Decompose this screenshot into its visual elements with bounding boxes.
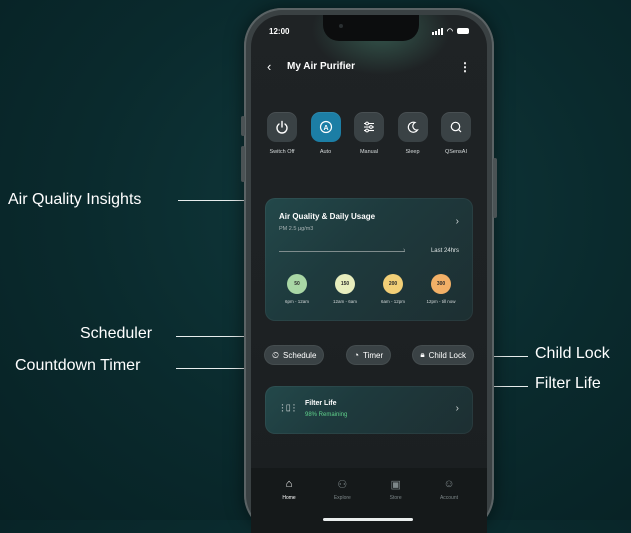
timer-icon: ◔ xyxy=(353,350,360,360)
mode-label: QSensAI xyxy=(444,149,467,155)
mode-sleep[interactable]: Sleep xyxy=(394,112,432,155)
schedule-button[interactable]: ⏲ Schedule xyxy=(264,345,325,365)
aqi-time: 6am - 12pm xyxy=(380,299,405,304)
mode-manual[interactable]: Manual xyxy=(350,112,388,155)
moon-icon[interactable] xyxy=(397,112,428,142)
callout-countdown-timer: Countdown Timer xyxy=(15,357,141,374)
account-icon: ☺ xyxy=(443,478,455,490)
aqi-reading: 300 12pm - till now xyxy=(421,274,461,304)
mode-auto[interactable]: A Auto xyxy=(307,112,345,155)
air-quality-card[interactable]: Air Quality & Daily Usage PM 2.5 µg/m3 ›… xyxy=(265,198,473,321)
aqi-value: 50 xyxy=(287,274,307,294)
aqi-reading: 50 6pm - 12am xyxy=(277,274,317,304)
mode-label: Switch Off xyxy=(269,149,295,155)
filter-title: Filter Life xyxy=(305,400,337,407)
home-icon: ⌂ xyxy=(285,478,293,490)
aqi-time: 6pm - 12am xyxy=(284,299,309,304)
aqi-readings: 50 6pm - 12am 150 12am - 6am 200 6am - 1… xyxy=(277,274,461,304)
tab-explore[interactable]: ⚇ Explore xyxy=(324,478,360,501)
callout-child-lock: Child Lock xyxy=(535,345,610,362)
app-screen: 12:00 ◠ ‹ My Air Purifier ⋮ Switch Off A xyxy=(251,15,487,533)
side-button xyxy=(493,158,497,218)
mode-selector: Switch Off A Auto Manual Sleep QSensAI xyxy=(263,112,475,155)
timeline-line xyxy=(279,251,405,252)
tab-label: Home xyxy=(282,495,296,501)
child-lock-button[interactable]: 🔒︎ Child Lock xyxy=(412,345,474,365)
tab-account[interactable]: ☺ Account xyxy=(431,478,467,501)
lock-icon: 🔒︎ xyxy=(420,350,425,359)
store-icon: ▣ xyxy=(390,479,401,491)
air-quality-unit: PM 2.5 µg/m3 xyxy=(279,226,314,232)
mode-label: Auto xyxy=(319,149,332,155)
aqi-reading: 150 12am - 6am xyxy=(325,274,365,304)
qsensai-icon[interactable] xyxy=(441,112,471,142)
time-range: Last 24hrs xyxy=(430,248,459,254)
svg-text:A: A xyxy=(323,125,328,132)
aqi-time: 12am - 6am xyxy=(332,299,357,304)
tab-home[interactable]: ⌂ Home xyxy=(271,478,307,501)
aqi-time: 12pm - till now xyxy=(426,299,456,304)
action-pills: ⏲ Schedule ◔ Timer 🔒︎ Child Lock xyxy=(264,345,474,365)
tab-list: ⌂ Home ⚇ Explore ▣ Store ☺ Account xyxy=(271,478,467,501)
tab-store[interactable]: ▣ Store xyxy=(378,478,414,501)
callout-air-quality-insights: Air Quality Insights xyxy=(8,191,142,208)
mode-label: Manual xyxy=(359,149,379,155)
header: ‹ My Air Purifier ⋮ xyxy=(267,59,471,79)
child-lock-label: Child Lock xyxy=(428,350,466,360)
mode-label: Sleep xyxy=(405,149,420,155)
aqi-value: 150 xyxy=(335,274,355,294)
callout-scheduler: Scheduler xyxy=(80,325,153,342)
signal-icon xyxy=(431,27,443,35)
tab-label: Explore xyxy=(333,495,351,501)
more-options-icon[interactable]: ⋮ xyxy=(459,60,471,74)
schedule-label: Schedule xyxy=(283,350,317,360)
air-quality-title: Air Quality & Daily Usage xyxy=(279,212,376,221)
power-icon[interactable] xyxy=(267,112,297,142)
back-icon[interactable]: ‹ xyxy=(267,59,271,74)
side-button xyxy=(241,146,245,182)
timer-button[interactable]: ◔ Timer xyxy=(345,345,392,365)
aqi-reading: 200 6am - 12pm xyxy=(373,274,413,304)
battery-icon xyxy=(457,28,469,34)
page-title: My Air Purifier xyxy=(287,61,355,72)
chevron-right-icon[interactable]: › xyxy=(456,403,459,414)
schedule-icon: ⏲ xyxy=(272,349,280,360)
bottom-nav: ⌂ Home ⚇ Explore ▣ Store ☺ Account xyxy=(251,468,487,533)
chevron-right-icon[interactable]: › xyxy=(456,216,459,227)
status-icons: ◠ xyxy=(431,27,469,35)
auto-icon[interactable]: A xyxy=(310,112,341,142)
mode-qsensai[interactable]: QSensAI xyxy=(437,112,475,155)
aqi-value: 200 xyxy=(383,274,403,294)
side-button xyxy=(241,116,245,136)
callout-filter-life: Filter Life xyxy=(535,375,601,392)
mode-switch-off[interactable]: Switch Off xyxy=(263,112,301,155)
filter-status: 98% Remaining xyxy=(305,412,348,418)
tab-label: Account xyxy=(439,495,459,501)
timer-label: Timer xyxy=(363,350,384,360)
status-time: 12:00 xyxy=(269,27,290,36)
explore-icon: ⚇ xyxy=(337,479,348,491)
status-bar: 12:00 ◠ xyxy=(269,27,469,41)
filter-life-card[interactable]: ⫶▯⫶ Filter Life 98% Remaining › xyxy=(265,386,473,434)
tab-label: Store xyxy=(389,495,402,501)
wifi-icon: ◠ xyxy=(446,28,453,35)
filter-icon: ⫶▯⫶ xyxy=(281,403,296,415)
phone-frame: 12:00 ◠ ‹ My Air Purifier ⋮ Switch Off A xyxy=(241,8,497,533)
arrow-right-icon: › xyxy=(403,247,406,254)
aqi-value: 300 xyxy=(431,274,451,294)
sliders-icon[interactable] xyxy=(354,112,384,142)
